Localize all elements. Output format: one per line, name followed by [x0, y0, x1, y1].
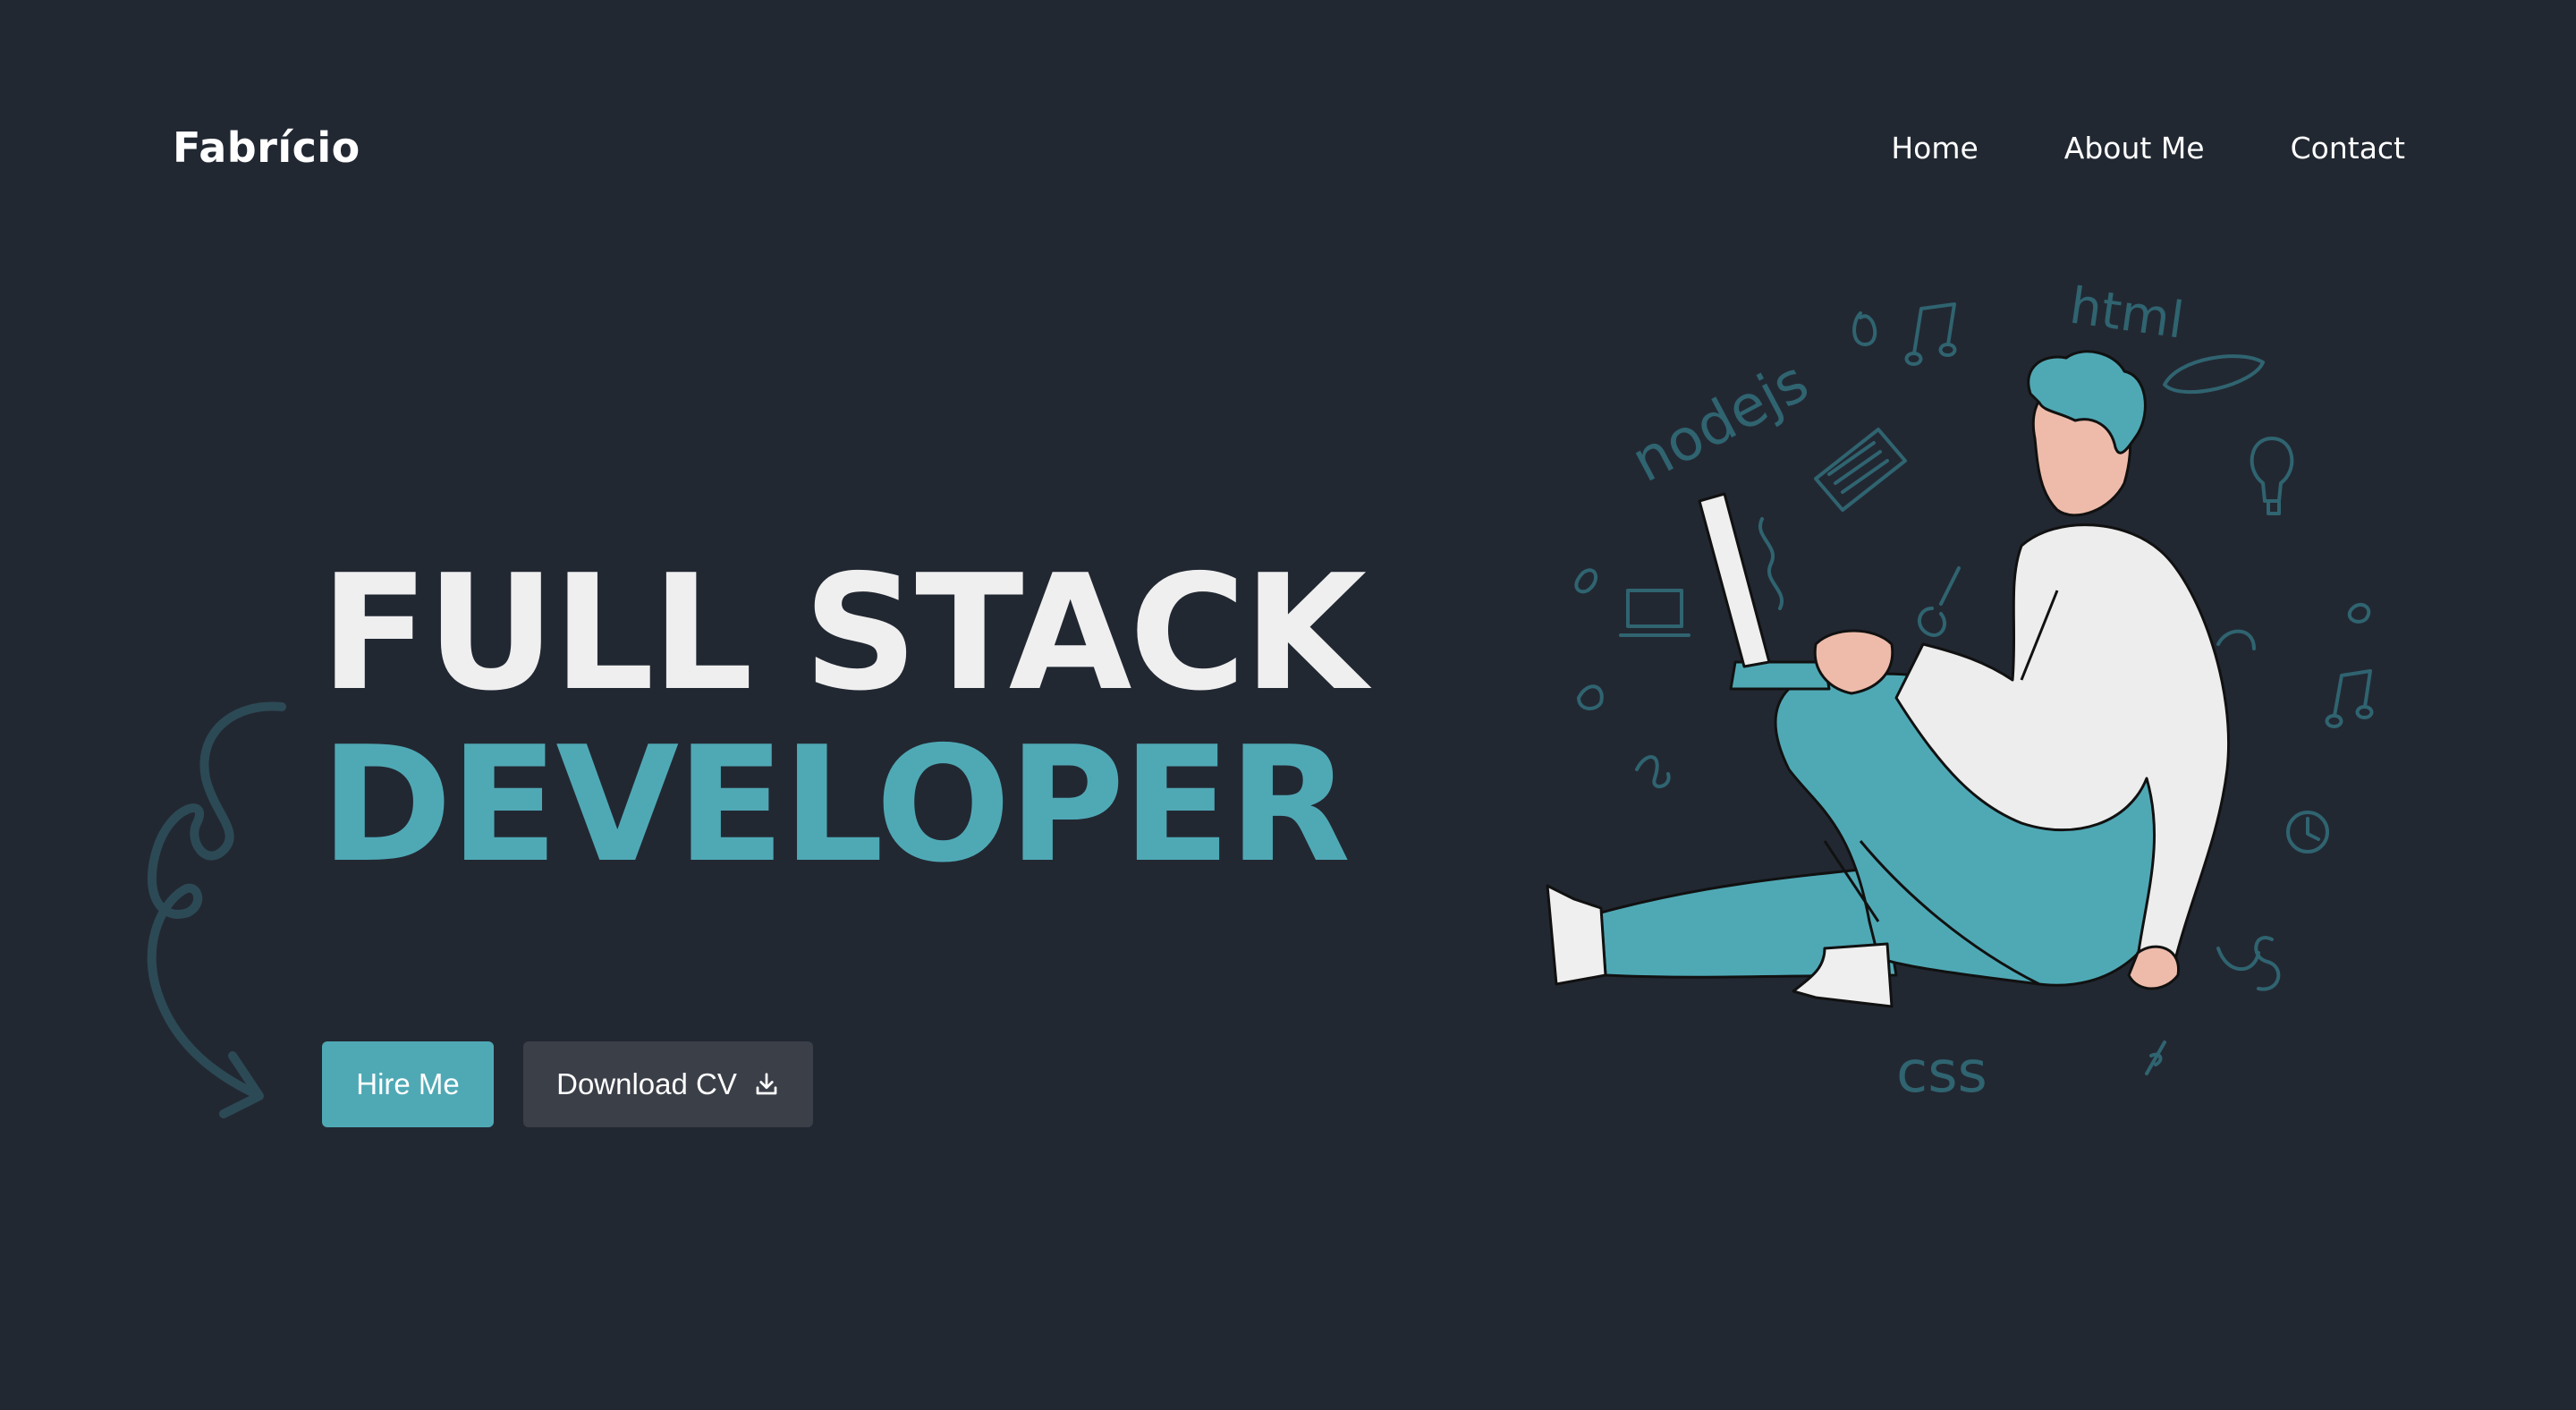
nav-home-link[interactable]: Home — [1891, 131, 1978, 166]
doodle-css-text: css — [1896, 1040, 1987, 1106]
nav-about-link[interactable]: About Me — [2064, 131, 2205, 166]
site-logo[interactable]: Fabrício — [173, 123, 360, 172]
hero-actions: Hire Me Download CV — [322, 1041, 813, 1127]
headline-line-1: FULL STACK — [320, 540, 1367, 726]
page: Fabrício Home About Me Contact FULL STAC… — [0, 0, 2576, 1410]
hire-me-label: Hire Me — [356, 1067, 460, 1100]
hero-headline: FULL STACK DEVELOPER — [320, 540, 1367, 897]
main-nav: Home About Me Contact — [1891, 131, 2405, 166]
download-icon — [756, 1073, 777, 1095]
headline-line-2: DEVELOPER — [320, 712, 1351, 897]
doodle-html-text: html — [2066, 276, 2187, 350]
hire-me-button[interactable]: Hire Me — [322, 1041, 494, 1127]
curly-arrow-decoration — [147, 701, 286, 1118]
doodle-nodejs-text: nodejs — [1622, 349, 1819, 496]
developer-illustration: html nodejs css — [1546, 276, 2374, 1106]
download-cv-button[interactable]: Download CV — [523, 1041, 813, 1127]
download-cv-label: Download CV — [556, 1067, 737, 1100]
nav-contact-link[interactable]: Contact — [2291, 131, 2405, 166]
